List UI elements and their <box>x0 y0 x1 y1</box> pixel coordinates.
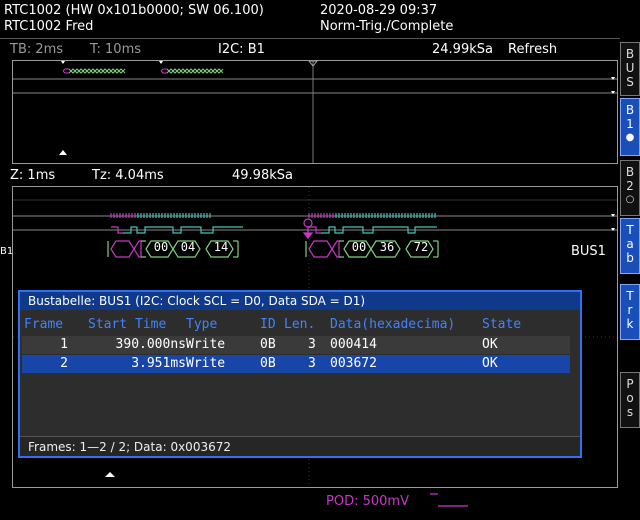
sidebar-track-button[interactable]: T r k <box>620 284 640 340</box>
sidebar-letter: P <box>626 377 634 391</box>
bus-label[interactable]: I2C: B1 <box>218 42 265 58</box>
zoom-label[interactable]: Z: 1ms <box>10 168 55 184</box>
row-frame: 1 <box>60 337 68 352</box>
table-row-selected[interactable]: 2 3.951ms Write 0B 3 003672 OK <box>22 355 570 373</box>
frame2-byte-2: 36 <box>379 240 395 254</box>
pod-threshold[interactable]: POD: 500mV <box>326 494 409 510</box>
radio-filled-icon: ● <box>625 132 635 143</box>
sidebar-letter: 1 <box>626 117 634 131</box>
bus-table-dialog[interactable]: Bustabelle: BUS1 (I2C: Clock SCL = D0, D… <box>18 290 582 458</box>
device-name: RTC1002 Fred <box>4 19 94 34</box>
row-len: 3 <box>308 337 316 352</box>
col-len: Len. <box>284 317 316 332</box>
row-len: 3 <box>308 356 316 371</box>
sidebar-b2-button[interactable]: B 2 ○ <box>620 160 640 216</box>
col-frame: Frame <box>24 317 64 332</box>
overview-waveform <box>13 61 617 163</box>
sidebar-letter: a <box>626 237 634 251</box>
zoom-sample-rate: 49.98kSa <box>232 168 293 183</box>
col-type: Type <box>186 317 218 332</box>
row-start: 3.951ms <box>131 356 186 371</box>
sidebar-letter: S <box>626 75 634 89</box>
sidebar-position-button[interactable]: P o s <box>620 372 640 428</box>
bus-table-title[interactable]: Bustabelle: BUS1 (I2C: Clock SCL = D0, D… <box>20 292 580 310</box>
row-frame: 2 <box>60 356 68 371</box>
row-type: Write <box>186 356 226 371</box>
sidebar-letter: 2 <box>626 179 634 193</box>
sidebar-b1-button[interactable]: B 1 ● <box>620 98 640 156</box>
acquisition-mode[interactable]: Refresh <box>508 42 557 58</box>
radio-empty-icon: ○ <box>625 194 635 205</box>
device-info: RTC1002 (HW 0x101b0000; SW 06.100) <box>4 3 264 18</box>
sidebar-letter: B <box>625 47 635 61</box>
col-data: Data(hexadecima) <box>330 317 456 332</box>
table-row[interactable]: 1 390.000ns Write 0B 3 000414 OK <box>22 336 570 354</box>
datetime: 2020-08-29 09:37 <box>320 3 438 18</box>
row-id: 0B <box>260 356 276 371</box>
row-type: Write <box>186 337 226 352</box>
frame1-byte-2: 04 <box>180 240 196 254</box>
col-start-time: Start Time <box>88 317 167 332</box>
zoom-time-label[interactable]: Tz: 4.04ms <box>92 168 164 184</box>
overview-panel[interactable] <box>12 60 618 164</box>
overview-sample-rate: 24.99kSa <box>432 42 493 57</box>
header-divider <box>0 38 620 39</box>
row-state: OK <box>482 337 498 352</box>
sidebar-letter: B <box>625 103 635 117</box>
row-state: OK <box>482 356 498 371</box>
sidebar-letter: k <box>626 317 634 331</box>
frame2-byte-1: 00 <box>351 240 367 254</box>
trigger-status: Norm-Trig./Complete <box>320 19 454 34</box>
timebase-label[interactable]: TB: 2ms <box>10 42 63 58</box>
col-state: State <box>482 317 522 332</box>
sidebar-letter: o <box>626 391 634 405</box>
sidebar-letter: U <box>625 61 635 75</box>
sidebar-bus-button[interactable]: B U S <box>620 42 640 96</box>
row-id: 0B <box>260 337 276 352</box>
sidebar-letter: T <box>626 223 634 237</box>
row-data: 000414 <box>330 337 377 352</box>
frame1-byte-3: 14 <box>213 240 229 254</box>
bus-table-footer: Frames: 1—2 / 2; Data: 0x003672 <box>20 436 580 456</box>
sidebar-letter: B <box>625 165 635 179</box>
sidebar-letter: s <box>626 405 634 419</box>
sidebar-letter: r <box>627 303 633 317</box>
col-id: ID <box>260 317 276 332</box>
sidebar-table-button[interactable]: T a b <box>620 218 640 274</box>
sidebar-letter: T <box>626 289 634 303</box>
sidebar-letter: b <box>626 251 634 265</box>
row-start: 390.000ns <box>115 337 186 352</box>
trigger-time-label[interactable]: T: 10ms <box>90 42 141 58</box>
bus-name-label: BUS1 <box>571 244 606 259</box>
frame1-byte-1: 00 <box>153 240 169 254</box>
pod-signal-icon <box>430 493 468 507</box>
row-data: 003672 <box>330 356 377 371</box>
bus-left-marker: B1 <box>0 246 14 257</box>
frame2-byte-3: 72 <box>413 240 429 254</box>
